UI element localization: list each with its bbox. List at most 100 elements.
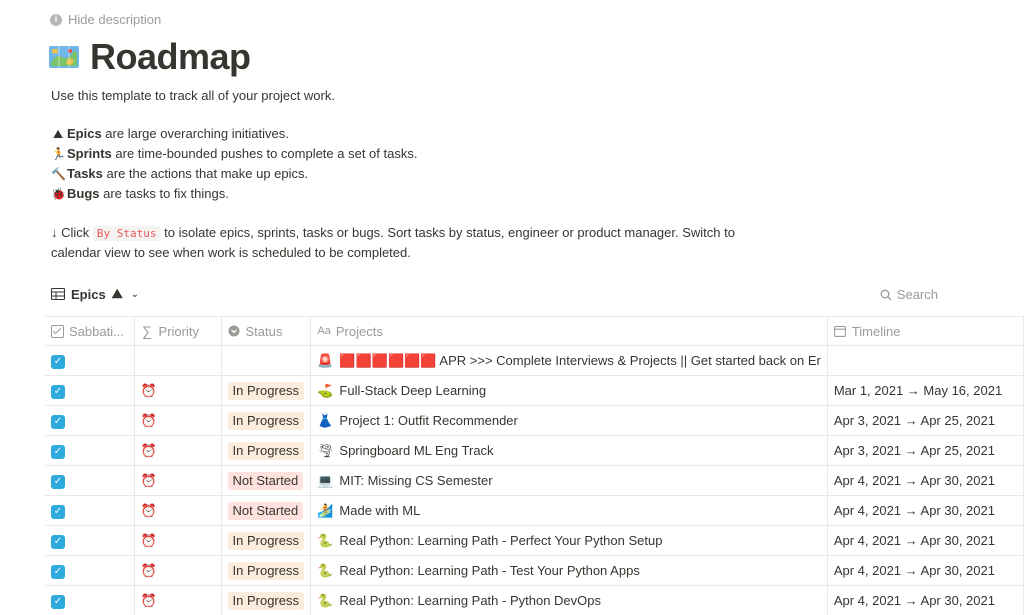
info-icon: i [50, 13, 62, 26]
status-cell[interactable]: In Progress [220, 555, 312, 586]
project-title: 🟥🟥🟥🟥🟥🟥 APR >>> Complete Interviews & Pro… [339, 352, 821, 368]
project-title: MIT: Missing CS Semester [339, 473, 493, 488]
checkbox-checked-icon[interactable]: ✓ [51, 444, 65, 459]
status-badge: In Progress [227, 441, 304, 460]
timeline-cell[interactable]: Apr 4, 2021 → Apr 30, 2021 [826, 585, 1024, 615]
timeline-cell[interactable]: Apr 3, 2021 → Apr 25, 2021 [826, 435, 1024, 466]
hide-description-label: Hide description [68, 12, 162, 27]
project-icon: 🐍 [317, 592, 334, 608]
project-cell[interactable]: 🌪 Springboard ML Eng Track [310, 435, 828, 466]
priority-cell[interactable]: ⏰ [133, 375, 222, 406]
project-title: Made with ML [339, 503, 421, 518]
status-cell[interactable]: In Progress [220, 435, 312, 466]
status-cell[interactable] [220, 345, 312, 376]
timeline-cell[interactable]: Apr 4, 2021 → Apr 30, 2021 [826, 465, 1024, 496]
page-description: Use this template to track all of your p… [51, 86, 771, 262]
timeline-cell[interactable] [826, 345, 1024, 376]
bug-icon: 🐞 [51, 187, 66, 201]
status-cell[interactable]: Not Started [220, 465, 312, 496]
status-cell[interactable]: In Progress [220, 525, 312, 556]
alarm-clock-icon: ⏰ [140, 592, 157, 608]
checkbox-checked-icon[interactable]: ✓ [51, 354, 65, 369]
checkbox-checked-icon[interactable]: ✓ [51, 384, 65, 399]
table-row[interactable]: ✓ ⏰ In Progress ⛳ Full-Stack Deep Learning Ma… [45, 375, 1024, 406]
project-icon: 🚨 [317, 352, 334, 368]
status-cell[interactable]: In Progress [220, 375, 312, 406]
project-cell[interactable]: 💻 MIT: Missing CS Semester [310, 465, 828, 496]
project-cell[interactable]: 🚨 🟥🟥🟥🟥🟥🟥 APR >>> Complete Interviews & Pr… [310, 345, 828, 376]
column-header-timeline[interactable]: Timeline [826, 316, 1024, 346]
sabbatical-cell: ✓ [45, 555, 135, 586]
project-cell[interactable]: 🏄 Made with ML [310, 495, 828, 526]
status-cell[interactable]: Not Started [220, 495, 312, 526]
checkbox-checked-icon[interactable]: ✓ [51, 564, 65, 579]
sabbatical-cell: ✓ [45, 345, 135, 376]
priority-cell[interactable]: ⏰ [133, 465, 222, 496]
checkbox-checked-icon[interactable]: ✓ [51, 594, 65, 609]
timeline-cell[interactable]: Mar 1, 2021 → May 16, 2021 [826, 375, 1024, 406]
project-title: Real Python: Learning Path - Test Your P… [339, 563, 640, 578]
table-row[interactable]: ✓ ⏰ In Progress 🌪 Springboard ML Eng Track Ap… [45, 435, 1024, 466]
timeline-cell[interactable]: Apr 4, 2021 → Apr 30, 2021 [826, 495, 1024, 526]
status-badge: In Progress [227, 531, 304, 550]
column-header-sabbatical[interactable]: Sabbati... [45, 316, 135, 346]
title-column-icon: Aa [317, 325, 331, 337]
table-row[interactable]: ✓ ⏰ In Progress 👗 Project 1: Outfit Recommen… [45, 405, 1024, 436]
table-row[interactable]: ✓ ⏰ Not Started 💻 MIT: Missing CS Semester Ap… [45, 465, 1024, 496]
project-icon: 💻 [317, 472, 334, 488]
checkbox-checked-icon[interactable]: ✓ [51, 504, 65, 519]
map-icon[interactable] [48, 43, 80, 71]
priority-cell[interactable]: ⏰ [133, 555, 222, 586]
view-emoji: ⛰ [111, 286, 123, 301]
timeline-cell[interactable]: Apr 3, 2021 → Apr 25, 2021 [826, 405, 1024, 436]
priority-cell[interactable]: ⏰ [133, 525, 222, 556]
project-title: Project 1: Outfit Recommender [339, 413, 518, 428]
hide-description-toggle[interactable]: i Hide description [50, 12, 161, 27]
priority-cell[interactable]: ⏰ [133, 435, 222, 466]
search-label: Search [896, 287, 938, 302]
checkbox-checked-icon[interactable]: ✓ [51, 474, 65, 489]
table-row[interactable]: ✓ ⏰ In Progress 🐍 Real Python: Learning Path… [45, 525, 1024, 556]
column-header-priority[interactable]: ∑ Priority [133, 316, 222, 346]
table-row[interactable]: ✓ ⏰ In Progress 🐍 Real Python: Learning Path… [45, 585, 1024, 615]
alarm-clock-icon: ⏰ [140, 442, 157, 458]
checkbox-checked-icon[interactable]: ✓ [51, 534, 65, 549]
column-header-projects[interactable]: Aa Projects [310, 316, 828, 346]
runner-icon: 🏃 [51, 147, 66, 161]
table-row[interactable]: ✓ ⏰ In Progress 🐍 Real Python: Learning Path… [45, 555, 1024, 586]
priority-cell[interactable]: ⏰ [133, 585, 222, 615]
checkbox-column-icon [51, 324, 64, 338]
status-cell[interactable]: In Progress [220, 585, 312, 615]
column-header-status[interactable]: Status [220, 316, 312, 346]
page-title: Roadmap [90, 36, 251, 77]
status-badge: Not Started [227, 471, 304, 490]
project-icon: 🐍 [317, 562, 334, 578]
table-row[interactable]: ✓ 🚨 🟥🟥🟥🟥🟥🟥 APR >>> Complete Interviews & P… [45, 345, 1024, 376]
alarm-clock-icon: ⏰ [140, 562, 157, 578]
definition-epics: ⛰ Epics are large overarching initiatives… [51, 124, 771, 144]
project-cell[interactable]: ⛳ Full-Stack Deep Learning [310, 375, 828, 406]
hammer-icon: 🔨 [51, 167, 66, 181]
search-button[interactable]: Search [880, 287, 938, 302]
priority-cell[interactable] [133, 345, 222, 376]
project-cell[interactable]: 👗 Project 1: Outfit Recommender [310, 405, 828, 436]
project-title: Real Python: Learning Path - Perfect You… [339, 533, 663, 548]
project-cell[interactable]: 🐍 Real Python: Learning Path - Test Your … [310, 555, 828, 586]
timeline-cell[interactable]: Apr 4, 2021 → Apr 30, 2021 [826, 525, 1024, 556]
alarm-clock-icon: ⏰ [140, 502, 157, 518]
checkbox-checked-icon[interactable]: ✓ [51, 414, 65, 429]
status-cell[interactable]: In Progress [220, 405, 312, 436]
definition-sprints: 🏃Sprints are time-bounded pushes to comp… [51, 144, 771, 164]
project-icon: 🐍 [317, 532, 334, 548]
table-row[interactable]: ✓ ⏰ Not Started 🏄 Made with ML Apr 4, 2021 → … [45, 495, 1024, 526]
sabbatical-cell: ✓ [45, 495, 135, 526]
project-icon: 🌪 [317, 442, 334, 458]
project-cell[interactable]: 🐍 Real Python: Learning Path - Python Dev… [310, 585, 828, 615]
timeline-cell[interactable]: Apr 4, 2021 → Apr 30, 2021 [826, 555, 1024, 586]
project-icon: ⛳ [317, 382, 334, 398]
view-selector[interactable]: Epics ⛰ ⌄ [51, 286, 139, 302]
project-cell[interactable]: 🐍 Real Python: Learning Path - Perfect Yo… [310, 525, 828, 556]
priority-cell[interactable]: ⏰ [133, 405, 222, 436]
status-badge: In Progress [227, 381, 304, 400]
priority-cell[interactable]: ⏰ [133, 495, 222, 526]
